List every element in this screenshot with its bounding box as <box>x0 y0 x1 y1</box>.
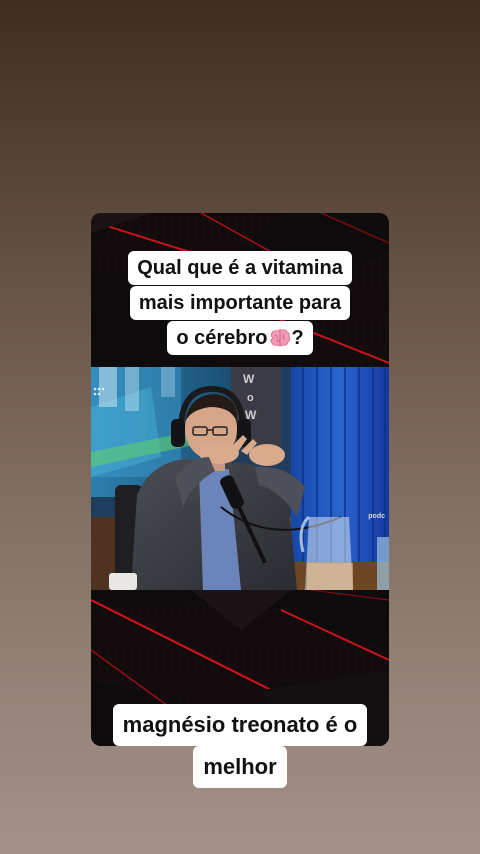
question-caption: Qual que é a vitamina mais importante pa… <box>91 251 389 356</box>
svg-text:o: o <box>247 392 254 404</box>
podcast-logo: podc <box>368 513 385 520</box>
question-mark: ? <box>291 327 304 349</box>
caption-line-with-emoji: o cérebro? <box>167 321 313 355</box>
caption-line: melhor <box>193 746 287 788</box>
caption-line: Qual que é a vitamina <box>128 251 352 285</box>
caption-line: mais importante para <box>129 286 351 320</box>
caption-line: magnésio treonato é o <box>112 704 368 746</box>
answer-caption: magnésio treonato é o melhor <box>70 704 410 788</box>
caption-line-text: o cérebro <box>176 327 268 349</box>
svg-text:W: W <box>243 372 255 386</box>
video-frame[interactable]: W o W podc <box>91 367 389 590</box>
brain-icon <box>270 329 291 347</box>
